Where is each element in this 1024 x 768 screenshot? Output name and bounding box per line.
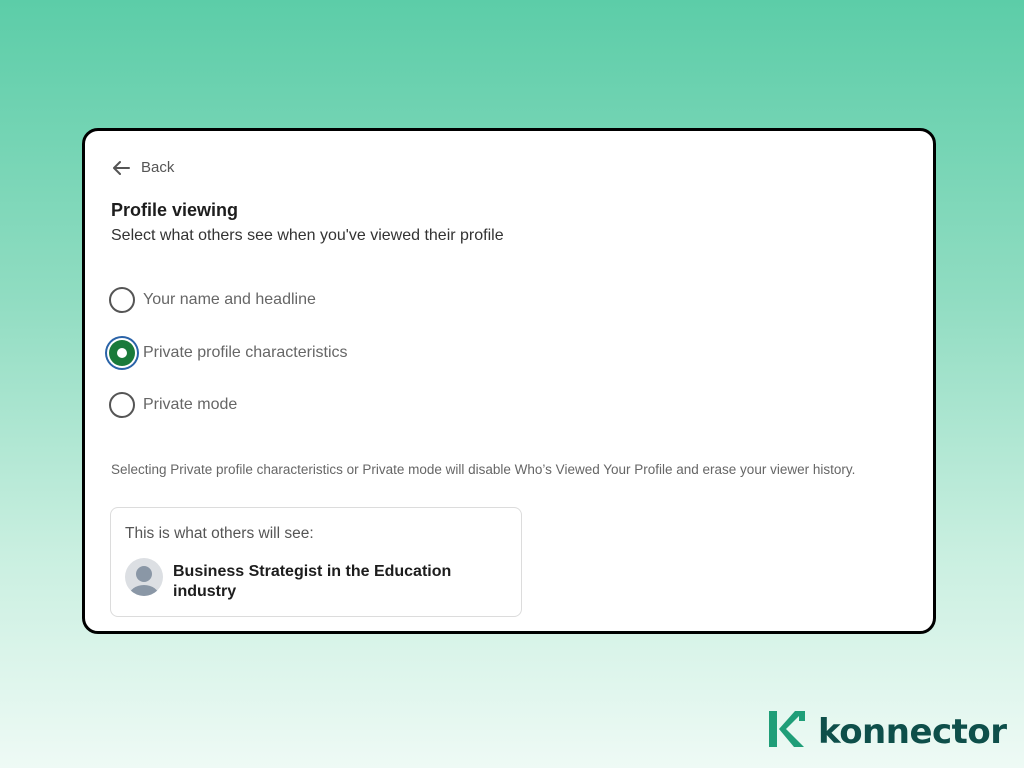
radio-button[interactable] xyxy=(109,392,135,418)
option-label: Private profile characteristics xyxy=(143,344,348,361)
viewer-headline: Business Strategist in the Education ind… xyxy=(173,563,452,600)
option-label: Private mode xyxy=(143,396,238,413)
back-label: Back xyxy=(141,159,175,176)
option-private-mode[interactable]: Private mode xyxy=(109,392,237,418)
preview-label: This is what others will see: xyxy=(125,525,314,542)
option-label: Your name and headline xyxy=(143,291,316,308)
brand-logo: konnector xyxy=(766,708,1007,755)
option-private-profile-characteristics[interactable]: Private profile characteristics xyxy=(109,340,348,366)
back-button[interactable]: Back xyxy=(111,159,174,176)
privacy-note: Selecting Private profile characteristic… xyxy=(111,462,856,477)
arrow-left-icon xyxy=(111,160,131,176)
brand-name: konnector xyxy=(818,711,1007,752)
page-subtitle: Select what others see when you've viewe… xyxy=(111,227,504,244)
option-name-and-headline[interactable]: Your name and headline xyxy=(109,287,316,313)
radio-button[interactable] xyxy=(109,287,135,313)
viewer-preview-box: This is what others will see: Business S… xyxy=(110,507,522,617)
radio-button-selected[interactable] xyxy=(109,340,135,366)
anonymous-avatar-icon xyxy=(125,558,163,596)
settings-card: Back Profile viewing Select what others … xyxy=(82,128,936,634)
page-title: Profile viewing xyxy=(111,200,239,220)
konnector-logo-icon xyxy=(766,708,808,755)
